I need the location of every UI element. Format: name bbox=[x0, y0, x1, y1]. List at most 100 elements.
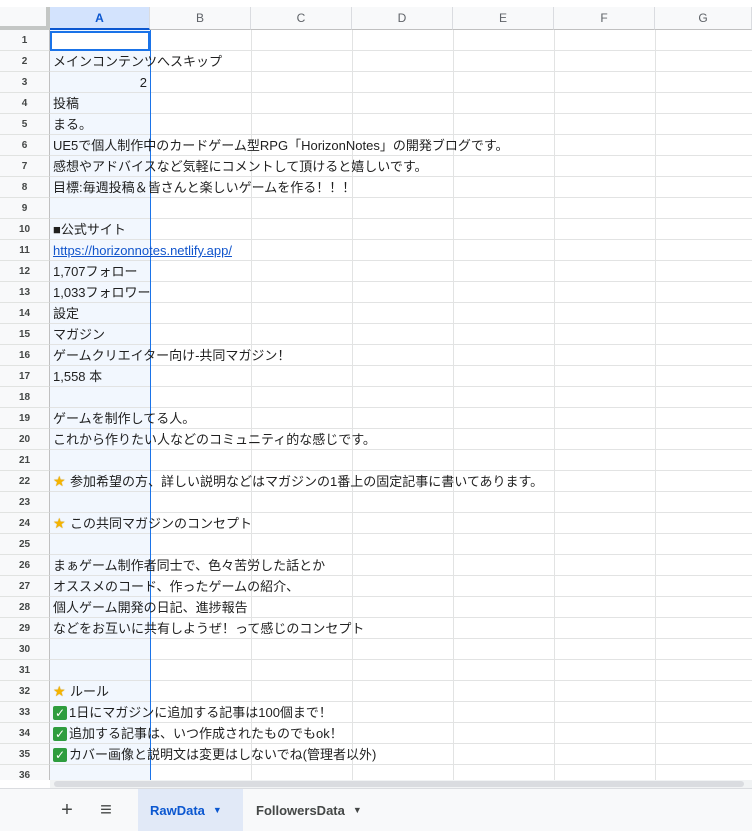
row-header[interactable]: 20 bbox=[0, 429, 50, 450]
row-header[interactable]: 31 bbox=[0, 660, 50, 681]
cell-value: ■公式サイト bbox=[53, 222, 126, 237]
column-header-b[interactable]: B bbox=[150, 7, 251, 30]
column-header-e[interactable]: E bbox=[453, 7, 554, 30]
chevron-down-icon[interactable]: ▼ bbox=[213, 805, 222, 815]
cell-value: UE5で個人制作中のカードゲーム型RPG「HorizonNotes」の開発ブログ… bbox=[53, 138, 509, 153]
table-row bbox=[50, 114, 752, 135]
cell-text: などをお互いに共有しようぜ！って感じのコンセプト bbox=[53, 618, 364, 639]
column-divider bbox=[554, 30, 555, 780]
row-header[interactable]: 23 bbox=[0, 492, 50, 513]
row-header[interactable]: 17 bbox=[0, 366, 50, 387]
row-header[interactable]: 19 bbox=[0, 408, 50, 429]
cell-value: 1,033フォロワー bbox=[53, 285, 151, 300]
row-header[interactable]: 4 bbox=[0, 93, 50, 114]
cell-value: メインコンテンツへスキップ bbox=[53, 54, 223, 69]
row-header[interactable]: 24 bbox=[0, 513, 50, 534]
row-header[interactable]: 22 bbox=[0, 471, 50, 492]
row-header[interactable]: 18 bbox=[0, 387, 50, 408]
row-header[interactable]: 36 bbox=[0, 765, 50, 780]
table-row bbox=[50, 30, 752, 51]
cell-text: ✓ 追加する記事は、いつ作成されたものでもok！ bbox=[53, 723, 343, 744]
row-header[interactable]: 32 bbox=[0, 681, 50, 702]
row-header[interactable]: 26 bbox=[0, 555, 50, 576]
cell-text: 2 bbox=[50, 72, 147, 93]
table-row bbox=[50, 639, 752, 660]
row-header[interactable]: 15 bbox=[0, 324, 50, 345]
cell-text: 個人ゲーム開発の日記、進捗報告 bbox=[53, 597, 248, 618]
column-header-a[interactable]: A bbox=[50, 7, 150, 30]
column-header-c[interactable]: C bbox=[251, 7, 352, 30]
row-header[interactable]: 29 bbox=[0, 618, 50, 639]
row-header[interactable]: 30 bbox=[0, 639, 50, 660]
cell-value: 1,707フォロー bbox=[53, 264, 138, 279]
cell-text: ゲームクリエイター向け-共同マガジン！ bbox=[53, 345, 290, 366]
row-header[interactable]: 9 bbox=[0, 198, 50, 219]
cell-value: この共同マガジンのコンセプト bbox=[70, 516, 253, 531]
row-header[interactable]: 13 bbox=[0, 282, 50, 303]
select-all-corner[interactable] bbox=[0, 7, 50, 30]
row-header[interactable]: 25 bbox=[0, 534, 50, 555]
cell-value: カバー画像と説明文は変更はしないでね(管理者以外) bbox=[69, 747, 377, 762]
cell-text: ★ この共同マガジンのコンセプト bbox=[53, 513, 252, 534]
column-header-f[interactable]: F bbox=[554, 7, 655, 30]
cell-value: https://horizonnotes.netlify.app/ bbox=[53, 243, 232, 258]
sheet-tab-followersdata[interactable]: FollowersData ▼ bbox=[244, 789, 374, 831]
cell-text: 感想やアドバイスなど気軽にコメントして頂けると嬉しいです。 bbox=[53, 156, 428, 177]
cell-text: UE5で個人制作中のカードゲーム型RPG「HorizonNotes」の開発ブログ… bbox=[53, 135, 509, 156]
star-icon: ★ bbox=[53, 515, 66, 531]
table-row bbox=[50, 492, 752, 513]
sheet-tab-rawdata[interactable]: RawData ▼ bbox=[138, 789, 243, 831]
row-header[interactable]: 12 bbox=[0, 261, 50, 282]
row-header[interactable]: 5 bbox=[0, 114, 50, 135]
active-cell-a1[interactable] bbox=[50, 31, 150, 51]
row-header[interactable]: 21 bbox=[0, 450, 50, 471]
row-header[interactable]: 16 bbox=[0, 345, 50, 366]
check-mark-icon: ✓ bbox=[53, 705, 67, 720]
row-header[interactable]: 34 bbox=[0, 723, 50, 744]
scrollbar-thumb[interactable] bbox=[54, 781, 744, 787]
cell-text: ★ 参加希望の方、詳しい説明などはマガジンの1番上の固定記事に書いてあります。 bbox=[53, 471, 543, 492]
add-sheet-button[interactable]: + bbox=[52, 795, 82, 825]
cell-text: ✓ カバー画像と説明文は変更はしないでね(管理者以外) bbox=[53, 744, 376, 765]
cell-value: 設定 bbox=[53, 306, 80, 321]
row-header[interactable]: 1 bbox=[0, 30, 50, 51]
row-header[interactable]: 14 bbox=[0, 303, 50, 324]
cell-text: オススメのコード、作ったゲームの紹介、 bbox=[53, 576, 299, 597]
row-header[interactable]: 28 bbox=[0, 597, 50, 618]
column-header-g[interactable]: G bbox=[655, 7, 752, 30]
row-header[interactable]: 10 bbox=[0, 219, 50, 240]
cell-value: 個人ゲーム開発の日記、進捗報告 bbox=[53, 600, 248, 615]
column-header-d[interactable]: D bbox=[352, 7, 453, 30]
row-header[interactable]: 11 bbox=[0, 240, 50, 261]
chevron-down-icon[interactable]: ▼ bbox=[353, 805, 362, 815]
cell-text: メインコンテンツへスキップ bbox=[53, 51, 222, 72]
table-row bbox=[50, 261, 752, 282]
table-row bbox=[50, 219, 752, 240]
check-mark-icon: ✓ bbox=[53, 747, 67, 762]
spreadsheet-grid: A B C D E F G 1 2 メインコンテンツへスキップ 3 2 4 投稿 5 まる。 6 UE5で個人制作… bbox=[0, 0, 752, 780]
row-header[interactable]: 2 bbox=[0, 51, 50, 72]
cell-value: これから作りたい人などのコミュニティ的な感じです。 bbox=[53, 432, 376, 447]
cell-value: 2 bbox=[139, 75, 147, 90]
cell-value: 投稿 bbox=[53, 96, 80, 111]
row-header[interactable]: 3 bbox=[0, 72, 50, 93]
table-row bbox=[50, 198, 752, 219]
row-header[interactable]: 7 bbox=[0, 156, 50, 177]
cell-text: ■公式サイト bbox=[53, 219, 126, 240]
cell-link[interactable]: https://horizonnotes.netlify.app/ bbox=[53, 240, 232, 261]
row-header[interactable]: 27 bbox=[0, 576, 50, 597]
row-header[interactable]: 6 bbox=[0, 135, 50, 156]
column-divider bbox=[655, 30, 656, 780]
cell-value: マガジン bbox=[53, 327, 106, 342]
cell-value: 感想やアドバイスなど気軽にコメントして頂けると嬉しいです。 bbox=[53, 159, 428, 174]
plus-icon: + bbox=[61, 798, 73, 821]
row-header[interactable]: 33 bbox=[0, 702, 50, 723]
star-icon: ★ bbox=[53, 683, 66, 699]
all-sheets-button[interactable]: ≡ bbox=[91, 795, 121, 825]
row-header[interactable]: 35 bbox=[0, 744, 50, 765]
sheet-tab-bar: + ≡ RawData ▼ FollowersData ▼ bbox=[0, 788, 752, 831]
table-row bbox=[50, 303, 752, 324]
row-header[interactable]: 8 bbox=[0, 177, 50, 198]
cell-value: 1,558 本 bbox=[53, 369, 103, 384]
horizontal-scrollbar[interactable] bbox=[50, 780, 752, 788]
